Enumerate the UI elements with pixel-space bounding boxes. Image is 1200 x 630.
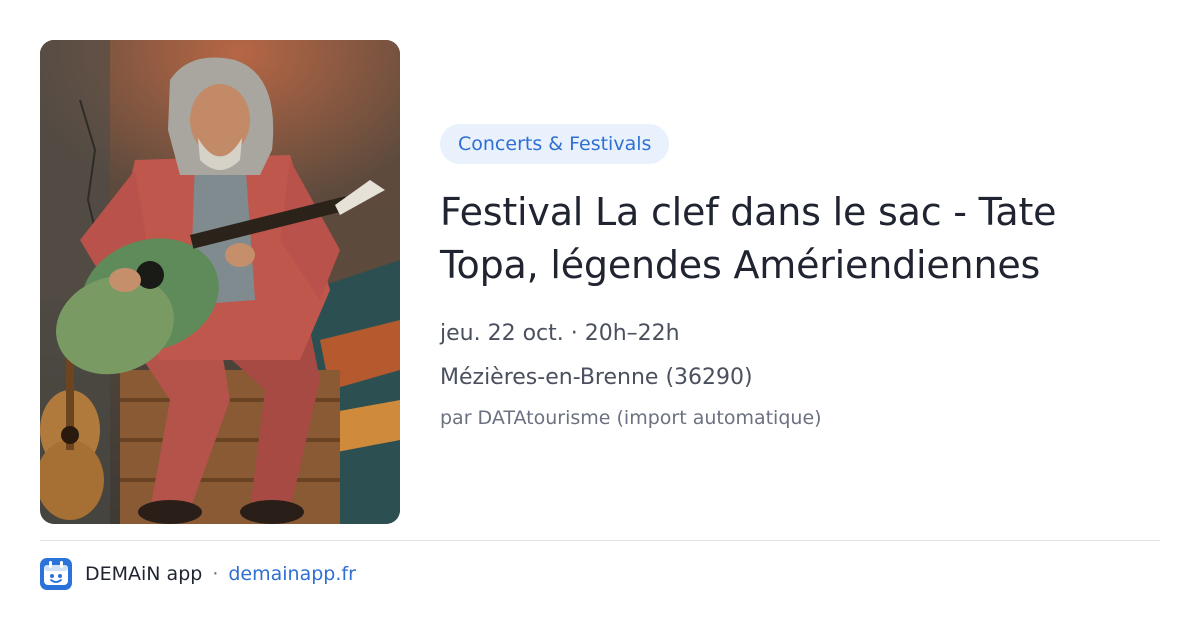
- demain-app-logo-icon[interactable]: [40, 558, 72, 590]
- event-source: par DATAtourisme (import automatique): [440, 407, 822, 429]
- event-title[interactable]: Festival La clef dans le sac - Tate Topa…: [440, 186, 1140, 292]
- app-url-link[interactable]: demainapp.fr: [228, 563, 356, 585]
- footer-divider: [40, 540, 1160, 541]
- category-badge[interactable]: Concerts & Festivals: [440, 124, 670, 164]
- event-datetime: jeu. 22 oct. · 20h–22h: [440, 321, 680, 346]
- app-name: DEMAiN app: [85, 563, 203, 585]
- event-location: Mézières-en-Brenne (36290): [440, 365, 753, 390]
- musician-guitar-image: [40, 40, 400, 524]
- event-info: Concerts & Festivals Festival La clef da…: [440, 124, 1160, 430]
- footer-separator: ·: [212, 563, 219, 585]
- event-card[interactable]: Concerts & Festivals Festival La clef da…: [0, 0, 1200, 630]
- event-photo[interactable]: [40, 40, 400, 524]
- footer: DEMAiN app · demainapp.fr: [40, 558, 356, 590]
